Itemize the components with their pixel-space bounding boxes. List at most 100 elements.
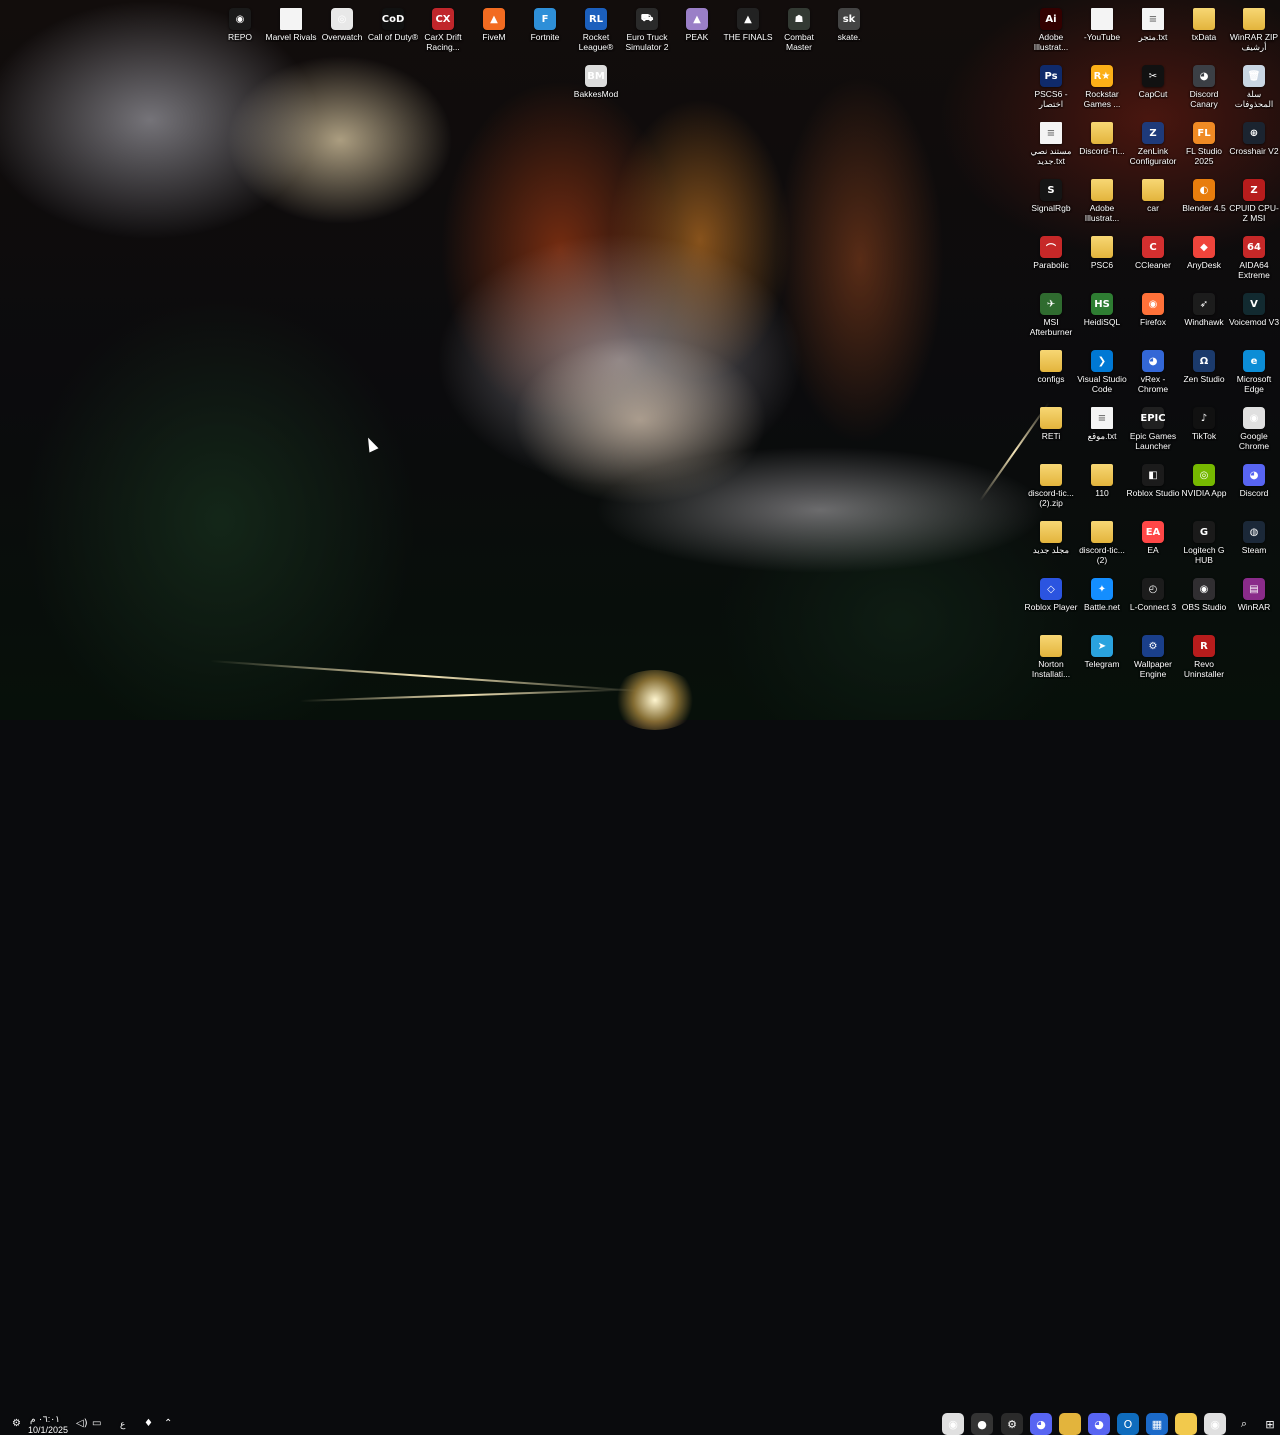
desktop-shortcut[interactable]: Z CPUID CPU-Z MSI [1227, 175, 1280, 223]
desktop-shortcut[interactable]: V Voicemod V3 [1227, 289, 1280, 327]
desktop-shortcut[interactable]: ⊕ Crosshair V2 [1227, 118, 1280, 156]
desktop-shortcut[interactable]: Norton Installati... [1024, 631, 1078, 679]
desktop-shortcut[interactable]: ▤ WinRAR [1227, 574, 1280, 612]
desktop-shortcut[interactable]: discord-tic... (2) [1075, 517, 1129, 565]
desktop-shortcut[interactable]: CoD Call of Duty® [366, 4, 420, 42]
desktop-shortcut[interactable]: EPIC Epic Games Launcher [1126, 403, 1180, 451]
desktop-shortcut[interactable]: R★ Rockstar Games ... [1075, 61, 1129, 109]
desktop-shortcut[interactable]: ◎ Overwatch [315, 4, 369, 42]
desktop-shortcut[interactable]: discord-tic... (2).zip [1024, 460, 1078, 508]
desktop-shortcut[interactable]: ◎ NVIDIA App [1177, 460, 1231, 498]
folder-taskbar-button[interactable] [1059, 1413, 1081, 1435]
desktop-shortcut[interactable]: R Revo Uninstaller [1177, 631, 1231, 679]
outlook-taskbar-button[interactable]: O [1117, 1413, 1139, 1435]
desktop-shortcut[interactable]: Z ZenLink Configurator [1126, 118, 1180, 166]
desktop-shortcut[interactable]: WinRAR ZIP أرشيف [1227, 4, 1280, 52]
desktop-shortcut[interactable]: ▲ FiveM [467, 4, 521, 42]
desktop-shortcut-label: Marvel Rivals [265, 32, 317, 42]
desktop-shortcut[interactable]: ⛟ Euro Truck Simulator 2 [620, 4, 674, 52]
desktop-shortcut[interactable]: ◆ AnyDesk [1177, 232, 1231, 270]
desktop-shortcut[interactable]: ◕ Discord Canary [1177, 61, 1231, 109]
desktop-shortcut[interactable]: RETi [1024, 403, 1078, 441]
desktop-shortcut[interactable]: ◇ Roblox Player [1024, 574, 1078, 612]
desktop-shortcut[interactable]: ✂ CapCut [1126, 61, 1180, 99]
desktop-shortcut-label: Rockstar Games ... [1083, 89, 1121, 109]
desktop-shortcut[interactable]: ➤ Telegram [1075, 631, 1129, 669]
desktop-shortcut[interactable]: Ai Adobe Illustrat... [1024, 4, 1078, 52]
desktop-shortcut[interactable]: Discord-Ti... [1075, 118, 1129, 156]
desktop-shortcut[interactable]: ≡ موقع.txt [1075, 403, 1129, 441]
desktop-shortcut[interactable]: 🗑 سلة المحذوفات [1227, 61, 1280, 109]
desktop-shortcut[interactable]: C CCleaner [1126, 232, 1180, 270]
desktop-shortcut[interactable]: ⌒ Parabolic [1024, 232, 1078, 270]
desktop-shortcut[interactable]: مجلد جديد [1024, 517, 1078, 555]
desktop-shortcut[interactable]: configs [1024, 346, 1078, 384]
discord-taskbar-button[interactable]: ◕ [1030, 1413, 1052, 1435]
desktop-shortcut[interactable]: ≡ مستند نصي جديد.txt [1024, 118, 1078, 166]
desktop-shortcut[interactable]: ≡ متجر.txt [1126, 4, 1180, 42]
discord-taskbar-button[interactable]: ◕ [1088, 1413, 1110, 1435]
desktop-shortcut-label: car [1147, 203, 1159, 213]
desktop-shortcut[interactable]: ⚙ Wallpaper Engine [1126, 631, 1180, 679]
desktop-shortcut[interactable]: -YouTube [1075, 4, 1129, 42]
desktop-shortcut[interactable]: 64 AIDA64 Extreme [1227, 232, 1280, 280]
record-taskbar-button[interactable]: ● [971, 1413, 993, 1435]
desktop-shortcut[interactable]: CX CarX Drift Racing... [416, 4, 470, 52]
chrome-taskbar-button[interactable]: ◉ [942, 1413, 964, 1435]
desktop-shortcut[interactable]: RL Rocket League® [569, 4, 623, 52]
desktop-shortcut[interactable]: ◉ Google Chrome [1227, 403, 1280, 451]
desktop-shortcut[interactable]: ◉ REPO [213, 4, 267, 42]
desktop-shortcut[interactable]: ◧ Roblox Studio [1126, 460, 1180, 498]
desktop-shortcut[interactable]: Ps PSCS6 - اختصار [1024, 61, 1078, 109]
input-language[interactable]: ع [120, 1419, 125, 1430]
desktop-shortcut[interactable]: sk skate. [822, 4, 876, 42]
desktop-shortcut[interactable]: ◕ vRex - Chrome [1126, 346, 1180, 394]
chrome-taskbar-button[interactable]: ◉ [1204, 1413, 1226, 1435]
desktop-shortcut[interactable]: ◐ Blender 4.5 [1177, 175, 1231, 213]
store-taskbar-button[interactable]: ▦ [1146, 1413, 1168, 1435]
desktop-shortcut[interactable]: S SignalRgb [1024, 175, 1078, 213]
desktop-shortcut[interactable]: ◉ Firefox [1126, 289, 1180, 327]
settings-gear-icon[interactable]: ⚙ [12, 1418, 21, 1429]
volume-icon[interactable]: ◁) [76, 1418, 88, 1429]
desktop-shortcut[interactable]: PSC6 [1075, 232, 1129, 270]
desktop-shortcut-label: Roblox Studio [1126, 488, 1180, 498]
desktop-shortcut[interactable]: F Fortnite [518, 4, 572, 42]
desktop-shortcut[interactable]: ✈ MSI Afterburner [1024, 289, 1078, 337]
desktop-shortcut[interactable]: txData [1177, 4, 1231, 42]
folder-icon [1040, 407, 1062, 429]
desktop-shortcut[interactable]: ◉ OBS Studio [1177, 574, 1231, 612]
desktop-shortcut[interactable]: 110 [1075, 460, 1129, 498]
desktop-shortcut[interactable]: EA EA [1126, 517, 1180, 555]
search-taskbar-button[interactable]: ⌕ [1233, 1413, 1255, 1435]
desktop-shortcut[interactable]: ▲ THE FINALS [721, 4, 775, 42]
desktop-shortcut[interactable]: ✦ Battle.net [1075, 574, 1129, 612]
desktop-shortcut[interactable]: ➶ Windhawk [1177, 289, 1231, 327]
start-taskbar-button[interactable]: ⊞ [1259, 1413, 1280, 1435]
desktop-shortcut[interactable]: ❯ Visual Studio Code [1075, 346, 1129, 394]
desktop-shortcut[interactable]: ♪ TikTok [1177, 403, 1231, 441]
clock-date[interactable]: 10/1/2025 [28, 1425, 68, 1435]
microphone-icon[interactable]: ♦ [144, 1418, 153, 1429]
desktop-shortcut[interactable]: Marvel Rivals [264, 4, 318, 42]
desktop-shortcut[interactable]: Ω Zen Studio [1177, 346, 1231, 384]
desktop-shortcut[interactable]: car [1126, 175, 1180, 213]
clock-time[interactable]: ٠٦:٠١ م [30, 1414, 60, 1425]
desktop-shortcut[interactable]: Adobe Illustrat... [1075, 175, 1129, 223]
desktop-shortcut[interactable]: ☗ Combat Master [772, 4, 826, 52]
desktop-shortcut[interactable]: BM BakkesMod [569, 61, 623, 99]
desktop-shortcut[interactable]: G Logitech G HUB [1177, 517, 1231, 565]
desktop-shortcut[interactable]: HS HeidiSQL [1075, 289, 1129, 327]
desktop-shortcut[interactable]: ◴ L-Connect 3 [1126, 574, 1180, 612]
desktop-shortcut[interactable]: ▲ PEAK [670, 4, 724, 42]
file-explorer-taskbar-button[interactable] [1175, 1413, 1197, 1435]
desktop-shortcut[interactable]: FL FL Studio 2025 [1177, 118, 1231, 166]
desktop-shortcut[interactable]: ◕ Discord [1227, 460, 1280, 498]
desktop-shortcut[interactable]: e Microsoft Edge [1227, 346, 1280, 394]
desktop-shortcut-label: CarX Drift Racing... [424, 32, 462, 52]
desktop-shortcut[interactable]: ◍ Steam [1227, 517, 1280, 555]
desktop-shortcut-label: Microsoft Edge [1236, 374, 1272, 394]
network-icon[interactable]: ▭ [92, 1418, 101, 1429]
settings-taskbar-button[interactable]: ⚙ [1001, 1413, 1023, 1435]
chevron-up-icon[interactable]: ⌃ [164, 1418, 172, 1429]
